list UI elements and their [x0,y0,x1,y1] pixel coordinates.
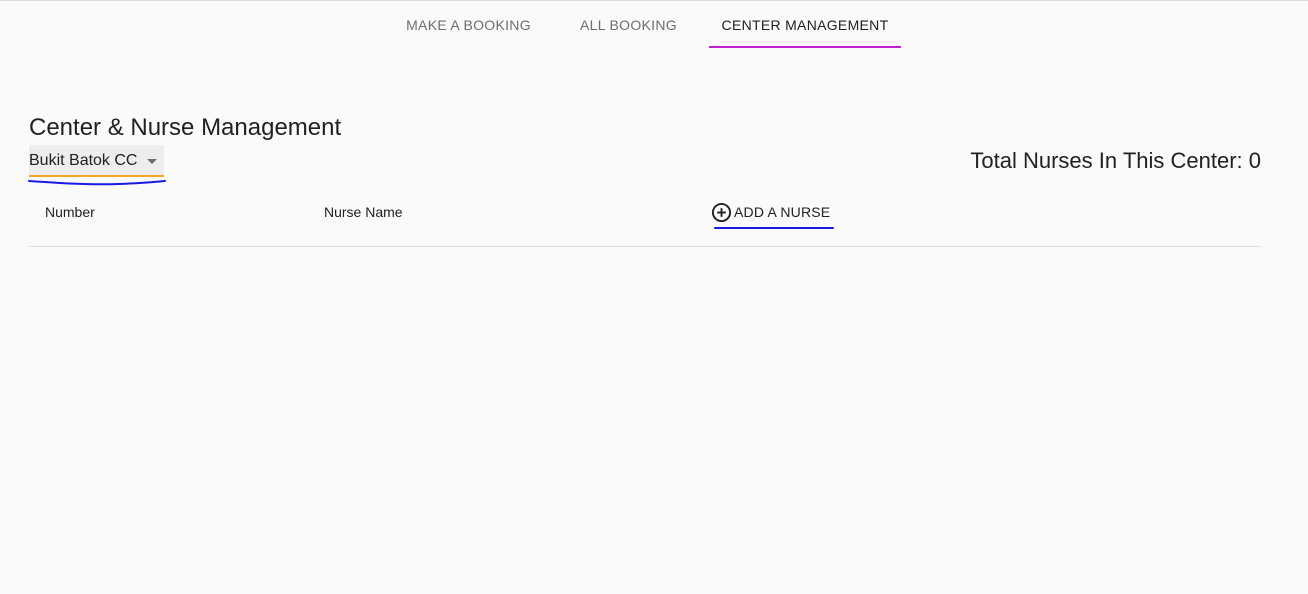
add-nurse-button[interactable]: ADD A NURSE [711,201,830,223]
add-circle-icon [711,202,732,222]
nav-tabs: MAKE A BOOKING ALL BOOKING CENTER MANAGE… [0,0,1308,49]
tab-center-management[interactable]: CENTER MANAGEMENT [709,0,901,49]
center-select[interactable]: Bukit Batok CC [29,145,164,177]
add-nurse-annotation-underline [714,227,834,229]
column-header-nurse-name: Nurse Name [324,204,403,220]
select-annotation-underline [28,180,166,186]
dropdown-arrow-icon [147,159,157,164]
add-nurse-label: ADD A NURSE [734,204,831,220]
active-tab-indicator [709,46,901,48]
center-select-value: Bukit Batok CC [29,152,138,169]
tab-all-booking[interactable]: ALL BOOKING [567,0,690,49]
tab-make-a-booking[interactable]: MAKE A BOOKING [394,0,543,49]
column-header-number: Number [45,204,95,220]
nurse-table-header: Number Nurse Name ADD A NURSE [29,193,1261,247]
page-title: Center & Nurse Management [29,114,342,141]
total-nurses-count: Total Nurses In This Center: 0 [970,148,1261,173]
